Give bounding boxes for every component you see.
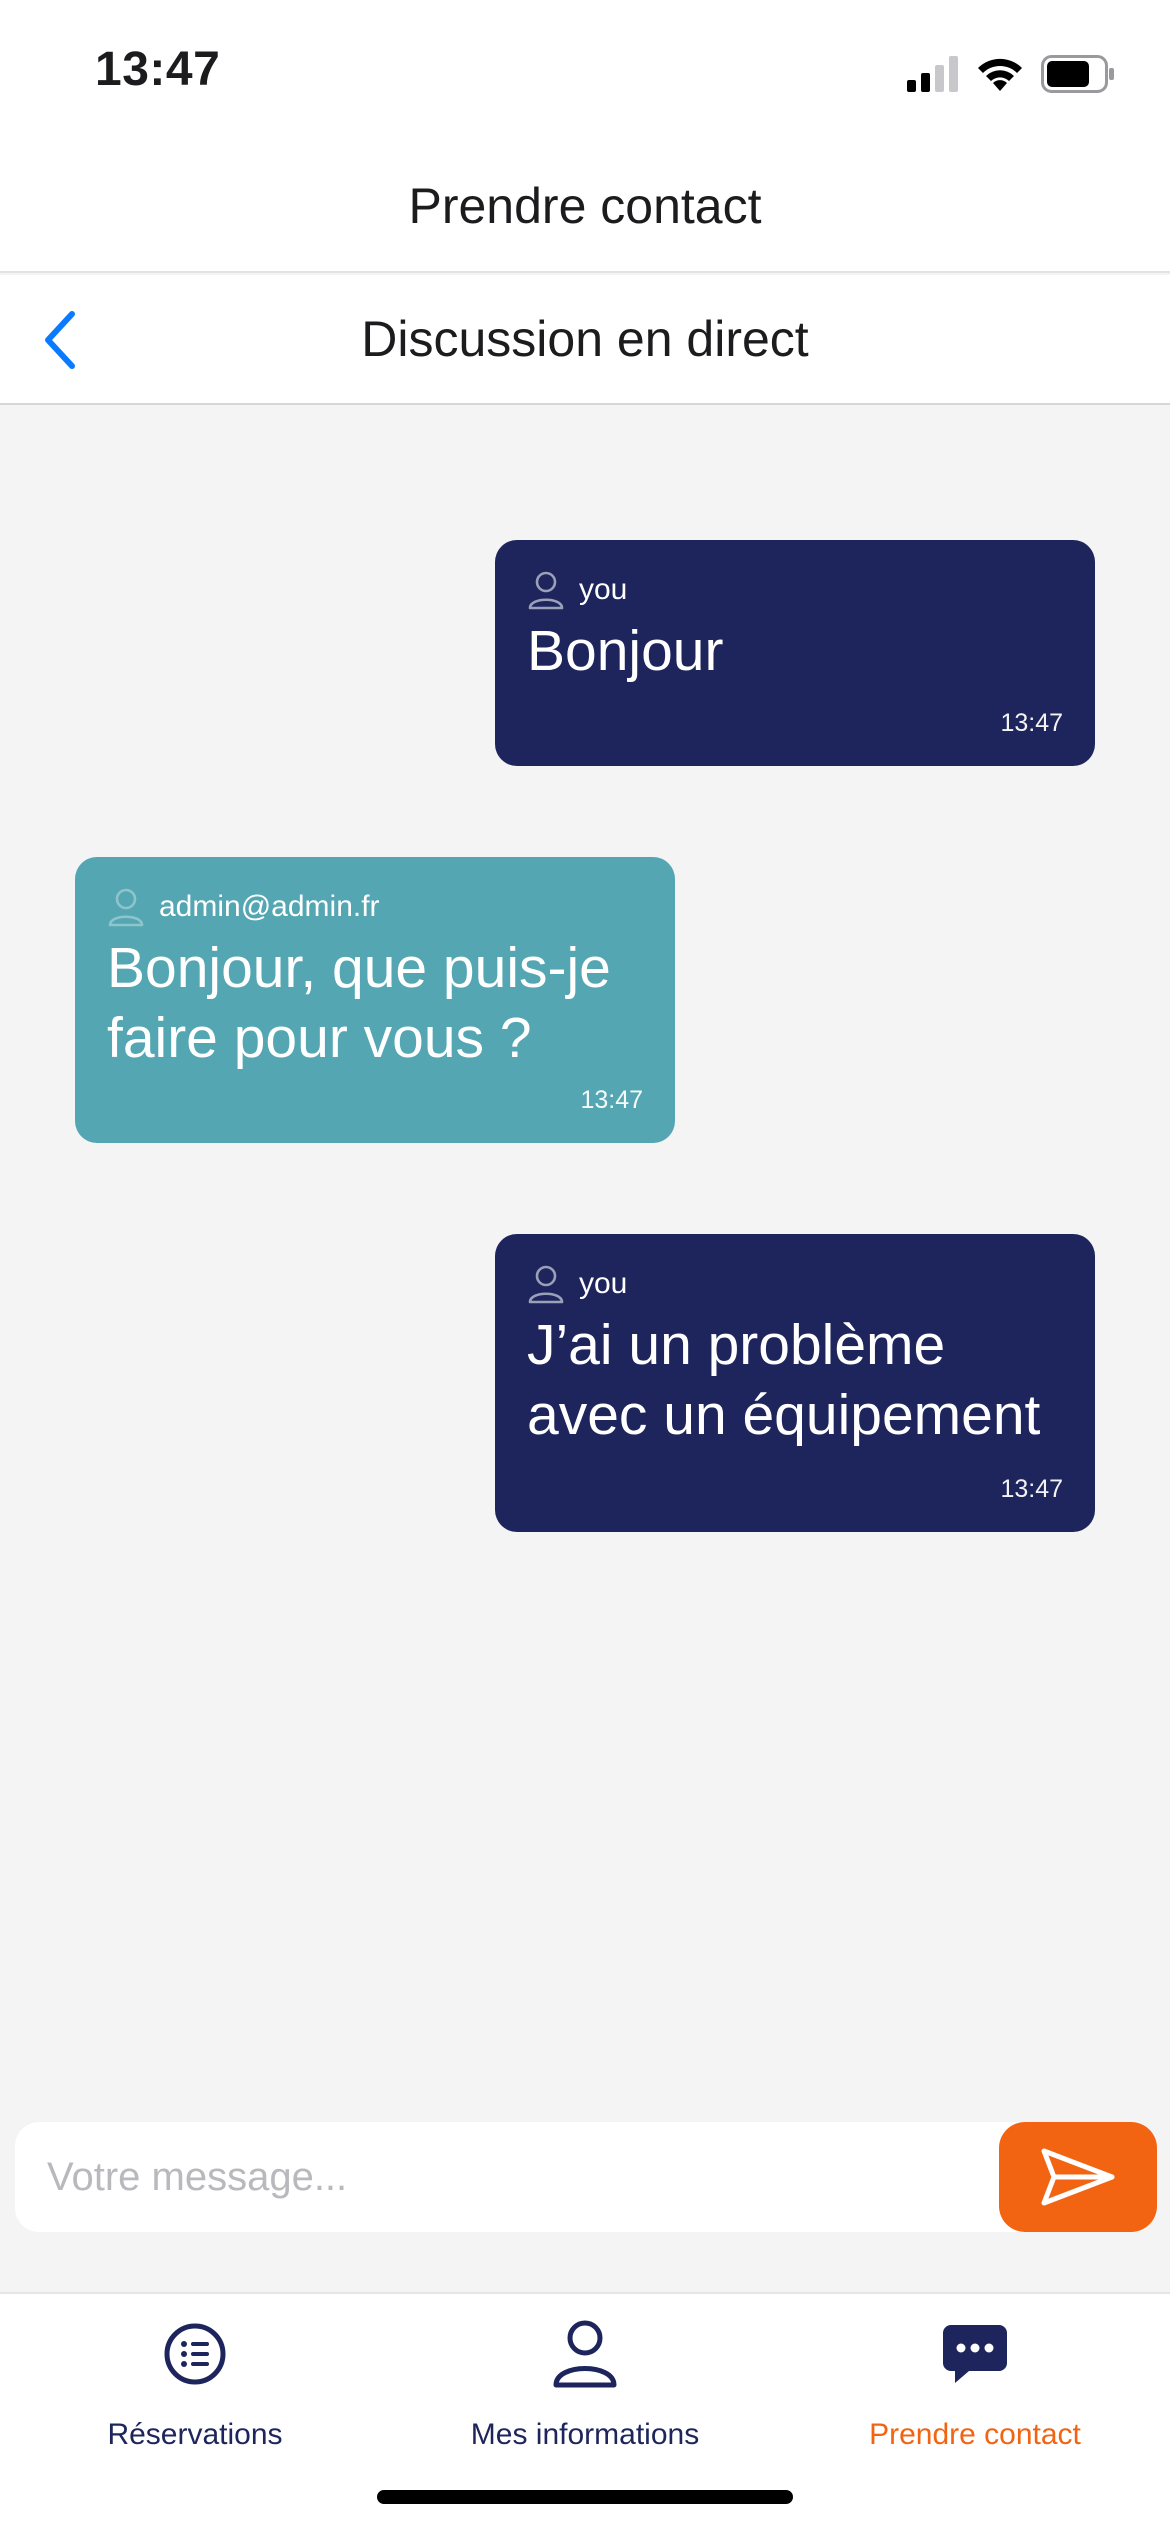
person-icon: [528, 1265, 564, 1304]
person-icon: [528, 571, 564, 610]
message-bubble-outgoing: you Bonjour 13:47: [495, 540, 1095, 766]
message-bubble-outgoing: you J’ai un problème avec un équipement …: [495, 1234, 1095, 1532]
sender-name: you: [579, 1267, 628, 1300]
message-input[interactable]: [15, 2122, 995, 2232]
tab-label: Mes informations: [470, 2418, 700, 2451]
tab-label: Prendre contact: [869, 2418, 1081, 2451]
message-sender: you: [527, 570, 1063, 610]
tab-prendre-contact[interactable]: Prendre contact: [780, 2314, 1170, 2464]
chat-title: Discussion en direct: [361, 311, 809, 367]
home-indicator: [377, 2490, 793, 2504]
battery-icon: [1041, 55, 1114, 93]
send-icon: [1041, 2148, 1115, 2206]
chevron-left-icon: [45, 311, 75, 369]
message-text: Bonjour, que puis-je faire pour vous ?: [107, 936, 611, 1070]
sender-name: admin@admin.fr: [159, 890, 380, 923]
tab-mes-informations[interactable]: Mes informations: [390, 2314, 780, 2464]
message-time: 13:47: [1000, 709, 1063, 737]
message-text: Bonjour: [527, 619, 724, 683]
status-time: 13:47: [95, 43, 221, 96]
tab-label: Réservations: [107, 2418, 283, 2451]
page-title: Prendre contact: [408, 177, 762, 234]
person-icon: [553, 2320, 617, 2388]
message-text: J’ai un problème avec un équipement: [527, 1313, 1041, 1447]
status-icons: [907, 52, 1115, 96]
chat-bubble-icon: [943, 2325, 1007, 2383]
signal-icon: [907, 56, 958, 92]
status-bar: 13:47: [0, 0, 1170, 140]
send-button[interactable]: [999, 2122, 1157, 2232]
sender-name: you: [579, 573, 628, 606]
message-bubble-incoming: admin@admin.fr Bonjour, que puis-je fair…: [75, 857, 675, 1143]
person-icon: [108, 888, 144, 927]
message-time: 13:47: [580, 1086, 643, 1114]
chat-area[interactable]: you Bonjour 13:47 admin@admin.fr Bonjour…: [0, 407, 1170, 2120]
message-sender: you: [527, 1264, 1063, 1304]
wifi-icon: [978, 58, 1022, 91]
sub-header: Discussion en direct: [0, 275, 1170, 405]
message-sender: admin@admin.fr: [107, 887, 643, 927]
title-bar: Prendre contact: [0, 140, 1170, 273]
message-time: 13:47: [1000, 1475, 1063, 1503]
message-composer: [15, 2122, 1157, 2232]
list-icon: [164, 2323, 226, 2385]
tab-reservations[interactable]: Réservations: [0, 2314, 390, 2464]
back-button[interactable]: [20, 300, 100, 380]
